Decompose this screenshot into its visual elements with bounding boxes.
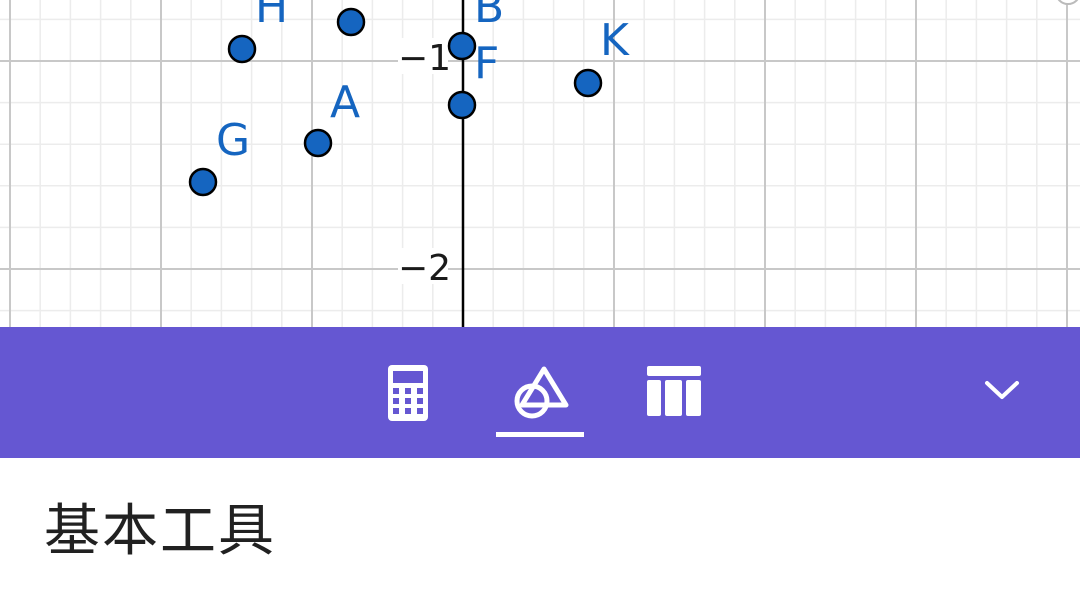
point-label-a[interactable]: A: [330, 77, 360, 128]
calculator-icon: [388, 365, 428, 421]
point-f[interactable]: [447, 90, 477, 120]
tools-category-heading: 基本工具: [44, 499, 276, 564]
y-tick-label-minus-1: −1: [398, 38, 451, 79]
point-unlabeled-top[interactable]: [336, 7, 366, 37]
major-grid: [0, 0, 1080, 327]
tab-algebra[interactable]: [364, 327, 452, 458]
chevron-down-icon: [985, 381, 1019, 399]
point-label-h[interactable]: H: [255, 0, 288, 33]
point-g[interactable]: [188, 167, 218, 197]
shapes-icon: [514, 366, 569, 419]
point-label-f[interactable]: F: [474, 38, 499, 89]
collapse-button[interactable]: [974, 367, 1030, 417]
svg-text:−1: −1: [398, 38, 451, 79]
y-tick-label-minus-2: −2: [398, 248, 451, 289]
point-b[interactable]: [447, 31, 477, 61]
toolbar: [0, 327, 1080, 458]
point-label-b[interactable]: B: [474, 0, 504, 33]
selected-tab-indicator: [496, 432, 584, 437]
tab-table[interactable]: [630, 327, 718, 458]
tab-tools[interactable]: [496, 327, 584, 458]
point-label-k[interactable]: K: [600, 15, 630, 66]
point-partial-corner[interactable]: [1056, 0, 1080, 5]
point-label-g[interactable]: G: [216, 115, 250, 166]
graphics-view[interactable]: −1 −2 H B F K A G: [0, 0, 1080, 327]
point-k[interactable]: [573, 68, 603, 98]
svg-text:−2: −2: [398, 248, 451, 289]
point-a[interactable]: [303, 128, 333, 158]
geogebra-app: −1 −2 H B F K A G 基本工具: [0, 0, 1080, 607]
point-h[interactable]: [227, 34, 257, 64]
table-icon: [647, 366, 701, 416]
graphics-canvas[interactable]: −1 −2 H B F K A G: [0, 0, 1080, 327]
